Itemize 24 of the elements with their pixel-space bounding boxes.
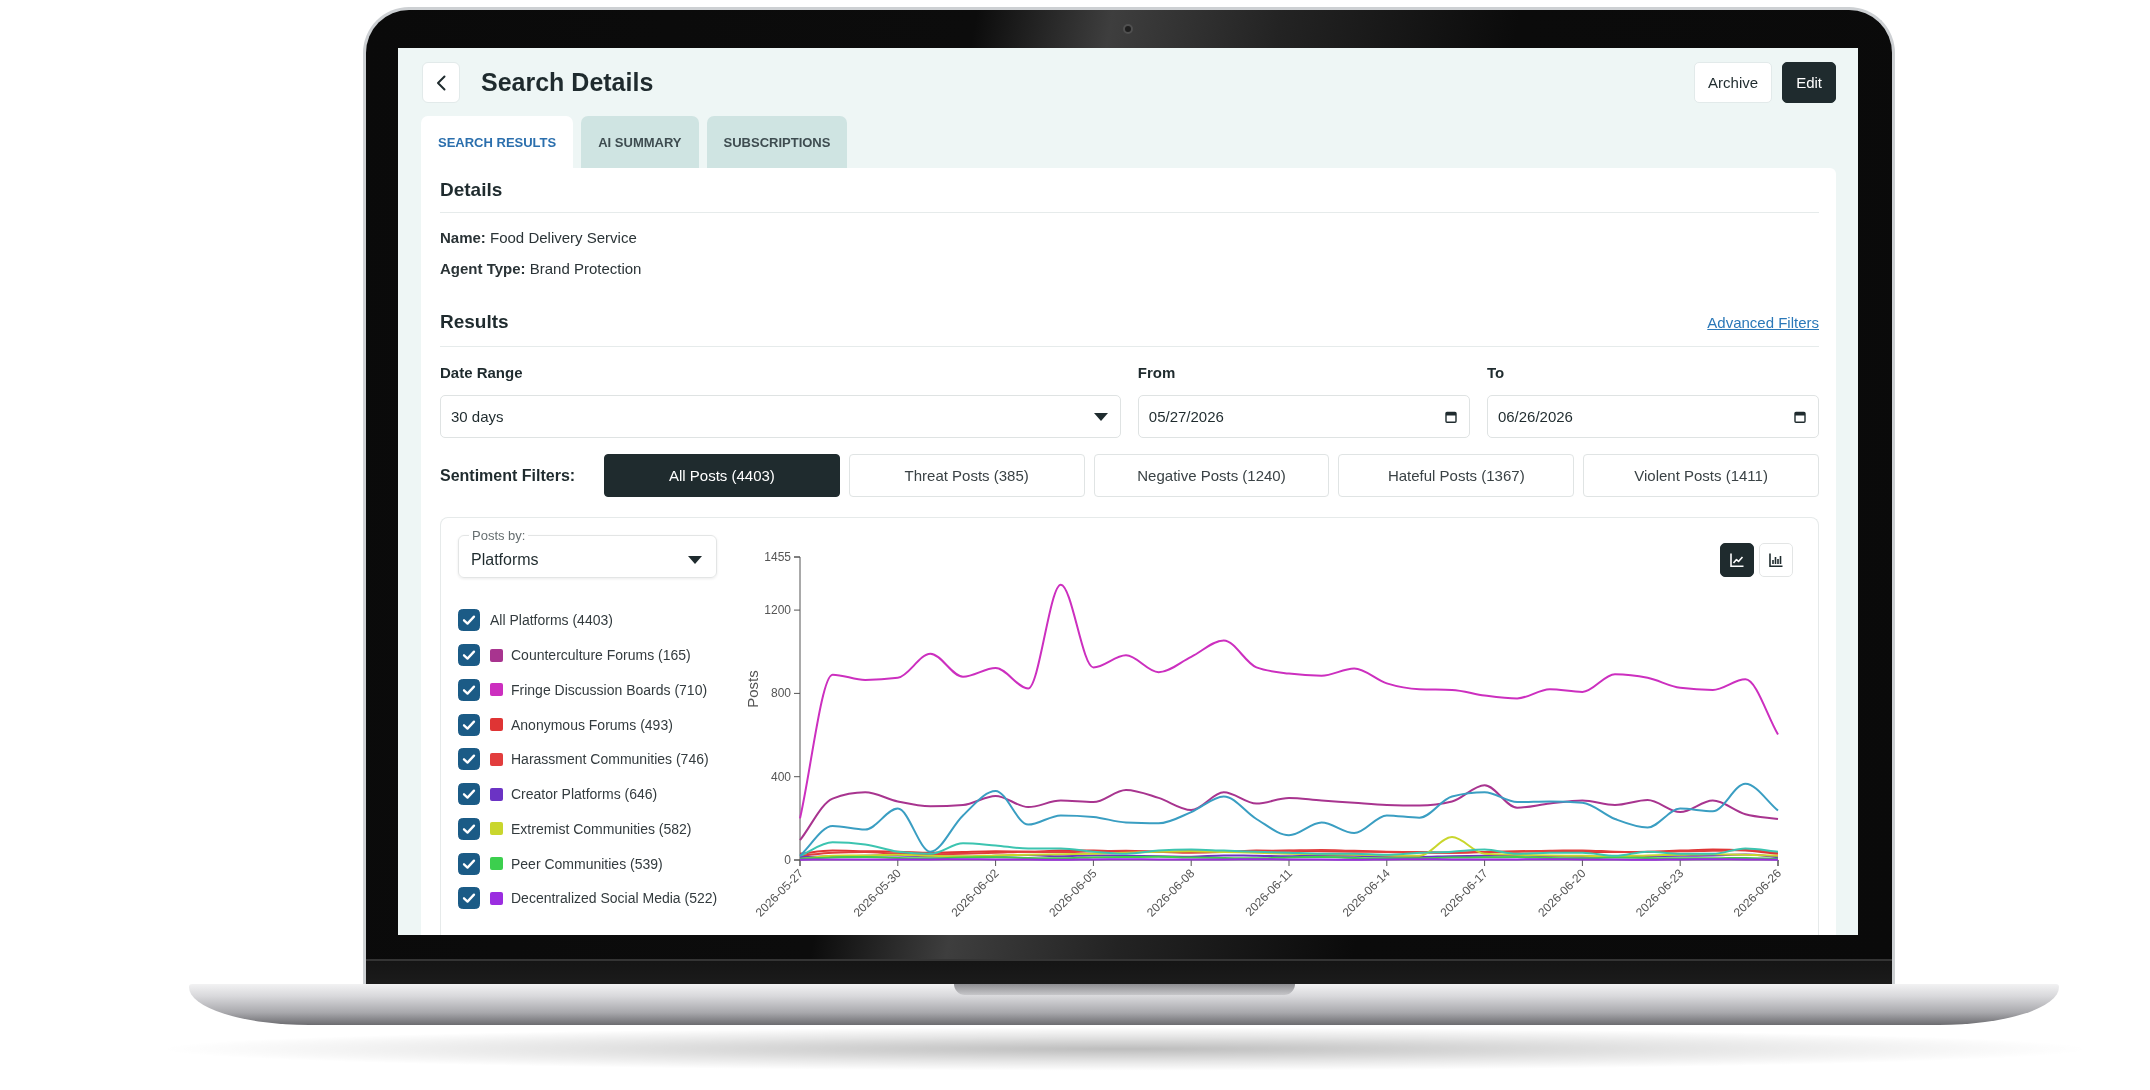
tick-label: 0 — [784, 853, 791, 867]
detail-text: Agent Type: Brand Protection — [440, 259, 643, 279]
field-label: From — [1137, 363, 1177, 383]
field-label: Date Range — [440, 363, 524, 383]
platform-label: Counterculture Forums (165) — [511, 647, 691, 664]
tick-label: 1455 — [764, 550, 791, 564]
tick-label: 800 — [770, 686, 791, 701]
platform-label: Peer Communities (539) — [511, 855, 663, 872]
section-heading: Results — [440, 310, 509, 334]
platform-label: Extremist Communities (582) — [511, 820, 692, 837]
platform-label: All Platforms (4403) — [490, 612, 613, 629]
tick-label: 1200 — [764, 603, 791, 618]
axis-title: Posts — [744, 670, 761, 708]
detail-text: Name: Food Delivery Service — [440, 228, 638, 248]
platform-label: Fringe Discussion Boards (710) — [511, 681, 708, 698]
section-heading: Details — [440, 178, 503, 202]
field-label: To — [1486, 363, 1506, 383]
platform-label: Harassment Communities (746) — [511, 751, 709, 768]
platform-label: Anonymous Forums (493) — [511, 716, 673, 733]
page-title: Search Details — [481, 68, 654, 97]
tick-label: 400 — [770, 769, 791, 784]
platform-label: Decentralized Social Media (522) — [511, 890, 718, 907]
platform-label: Creator Platforms (646) — [511, 786, 658, 803]
filter-label: Sentiment Filters: — [440, 466, 577, 485]
